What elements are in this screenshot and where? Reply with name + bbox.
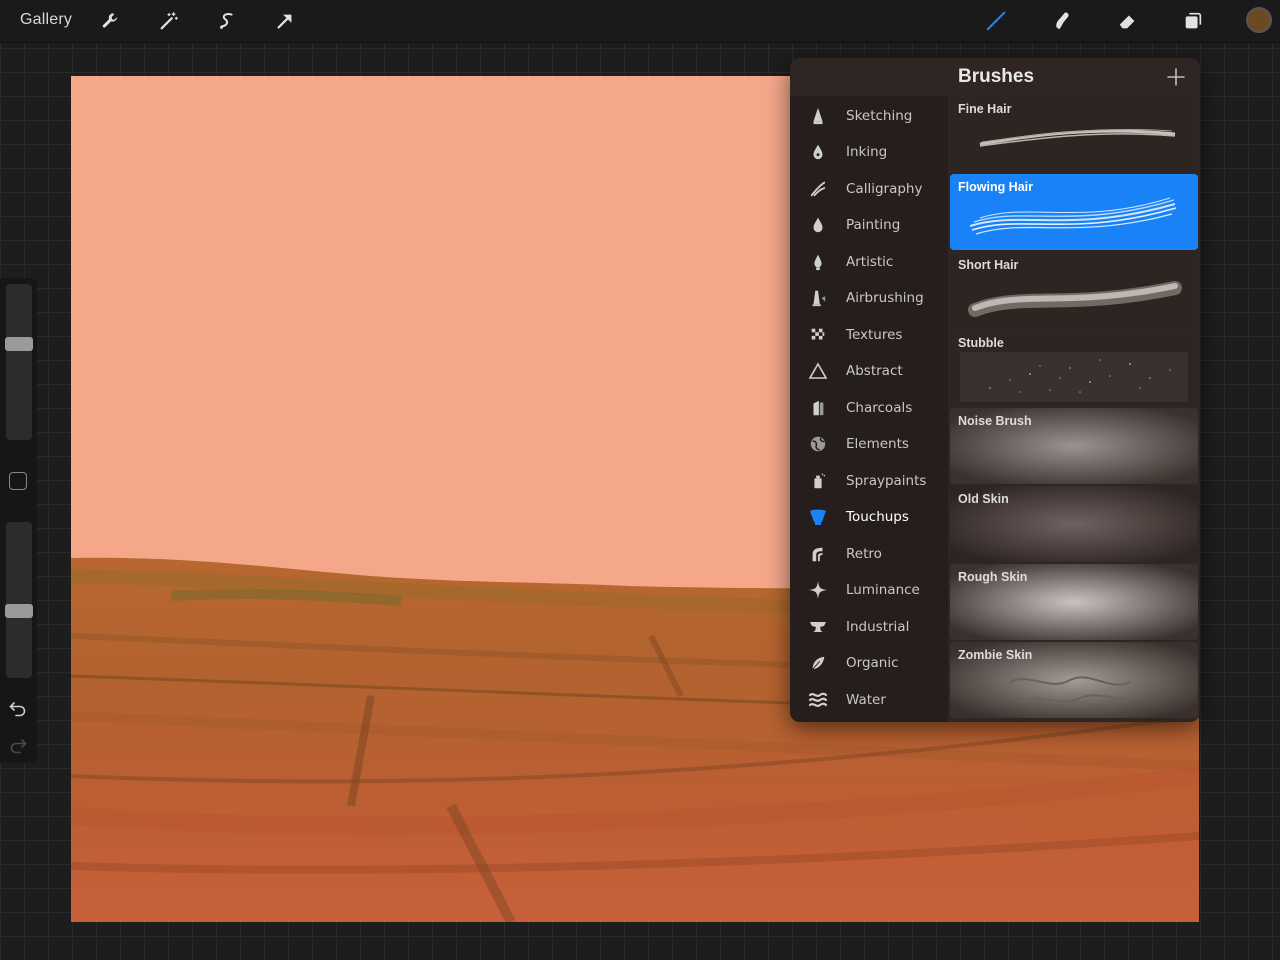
category-sketching[interactable]: Sketching	[790, 98, 948, 134]
brush-old-skin[interactable]: Old Skin	[950, 486, 1198, 562]
retro-icon	[808, 544, 828, 564]
redo-icon[interactable]	[8, 735, 28, 755]
brush-library-list: Fine Hair Flowing Hair Short Hair Stubbl…	[950, 96, 1198, 722]
category-industrial[interactable]: Industrial	[790, 609, 948, 645]
category-painting[interactable]: Painting	[790, 207, 948, 243]
brush-noise-brush[interactable]: Noise Brush	[950, 408, 1198, 484]
eraser-icon[interactable]	[1115, 8, 1141, 34]
top-toolbar: Gallery	[0, 0, 1280, 43]
brushes-panel-title: Brushes	[958, 66, 1035, 87]
category-textures[interactable]: Textures	[790, 317, 948, 353]
layers-icon[interactable]	[1180, 8, 1206, 34]
ink-drop-icon	[808, 142, 828, 162]
brush-category-list: Sketching Inking Calligraphy Painting Ar…	[790, 96, 948, 722]
brush-fine-hair[interactable]: Fine Hair	[950, 96, 1198, 172]
selection-icon[interactable]	[214, 8, 240, 34]
category-inking[interactable]: Inking	[790, 134, 948, 170]
brush-stubble[interactable]: Stubble	[950, 330, 1198, 406]
waves-icon	[808, 690, 828, 710]
airbrush-icon	[808, 288, 828, 308]
magic-wand-icon[interactable]	[156, 8, 182, 34]
checker-icon	[808, 325, 828, 345]
category-touchups[interactable]: Touchups	[790, 499, 948, 535]
charcoal-icon	[808, 398, 828, 418]
calligraphy-icon	[808, 179, 828, 199]
brush-zombie-skin[interactable]: Zombie Skin	[950, 642, 1198, 718]
leaf-icon	[808, 653, 828, 673]
category-artistic[interactable]: Artistic	[790, 244, 948, 280]
brush-rough-skin[interactable]: Rough Skin	[950, 564, 1198, 640]
category-spraypaints[interactable]: Spraypaints	[790, 463, 948, 499]
brush-size-thumb[interactable]	[5, 337, 33, 351]
left-sidebar	[0, 278, 37, 763]
brushes-panel: Brushes Sketching Inking Calligraphy Pai…	[790, 58, 1200, 722]
category-organic[interactable]: Organic	[790, 645, 948, 681]
undo-icon[interactable]	[8, 698, 28, 718]
brush-size-slider[interactable]	[5, 284, 33, 440]
gallery-button[interactable]: Gallery	[20, 11, 72, 29]
add-brush-icon[interactable]	[1166, 67, 1186, 87]
brush-opacity-slider[interactable]	[5, 522, 33, 678]
smudge-icon[interactable]	[1049, 8, 1075, 34]
touchup-icon	[808, 507, 828, 527]
category-elements[interactable]: Elements	[790, 426, 948, 462]
brush-short-hair[interactable]: Short Hair	[950, 252, 1198, 328]
pencil-tip-icon	[808, 106, 828, 126]
category-luminance[interactable]: Luminance	[790, 572, 948, 608]
category-calligraphy[interactable]: Calligraphy	[790, 171, 948, 207]
brush-icon[interactable]	[983, 8, 1009, 34]
category-retro[interactable]: Retro	[790, 536, 948, 572]
category-abstract[interactable]: Abstract	[790, 353, 948, 389]
sparkle-icon	[808, 580, 828, 600]
modify-button[interactable]	[9, 472, 27, 490]
globe-icon	[808, 434, 828, 454]
anvil-icon	[808, 617, 828, 637]
artistic-drop-icon	[808, 252, 828, 272]
category-water[interactable]: Water	[790, 682, 948, 718]
brush-opacity-thumb[interactable]	[5, 604, 33, 618]
paint-drop-icon	[808, 215, 828, 235]
wrench-icon[interactable]	[98, 8, 124, 34]
transform-arrow-icon[interactable]	[272, 8, 298, 34]
current-color-swatch[interactable]	[1246, 7, 1272, 33]
triangle-icon	[808, 361, 828, 381]
category-airbrushing[interactable]: Airbrushing	[790, 280, 948, 316]
spray-can-icon	[808, 471, 828, 491]
category-charcoals[interactable]: Charcoals	[790, 390, 948, 426]
brush-flowing-hair[interactable]: Flowing Hair	[950, 174, 1198, 250]
